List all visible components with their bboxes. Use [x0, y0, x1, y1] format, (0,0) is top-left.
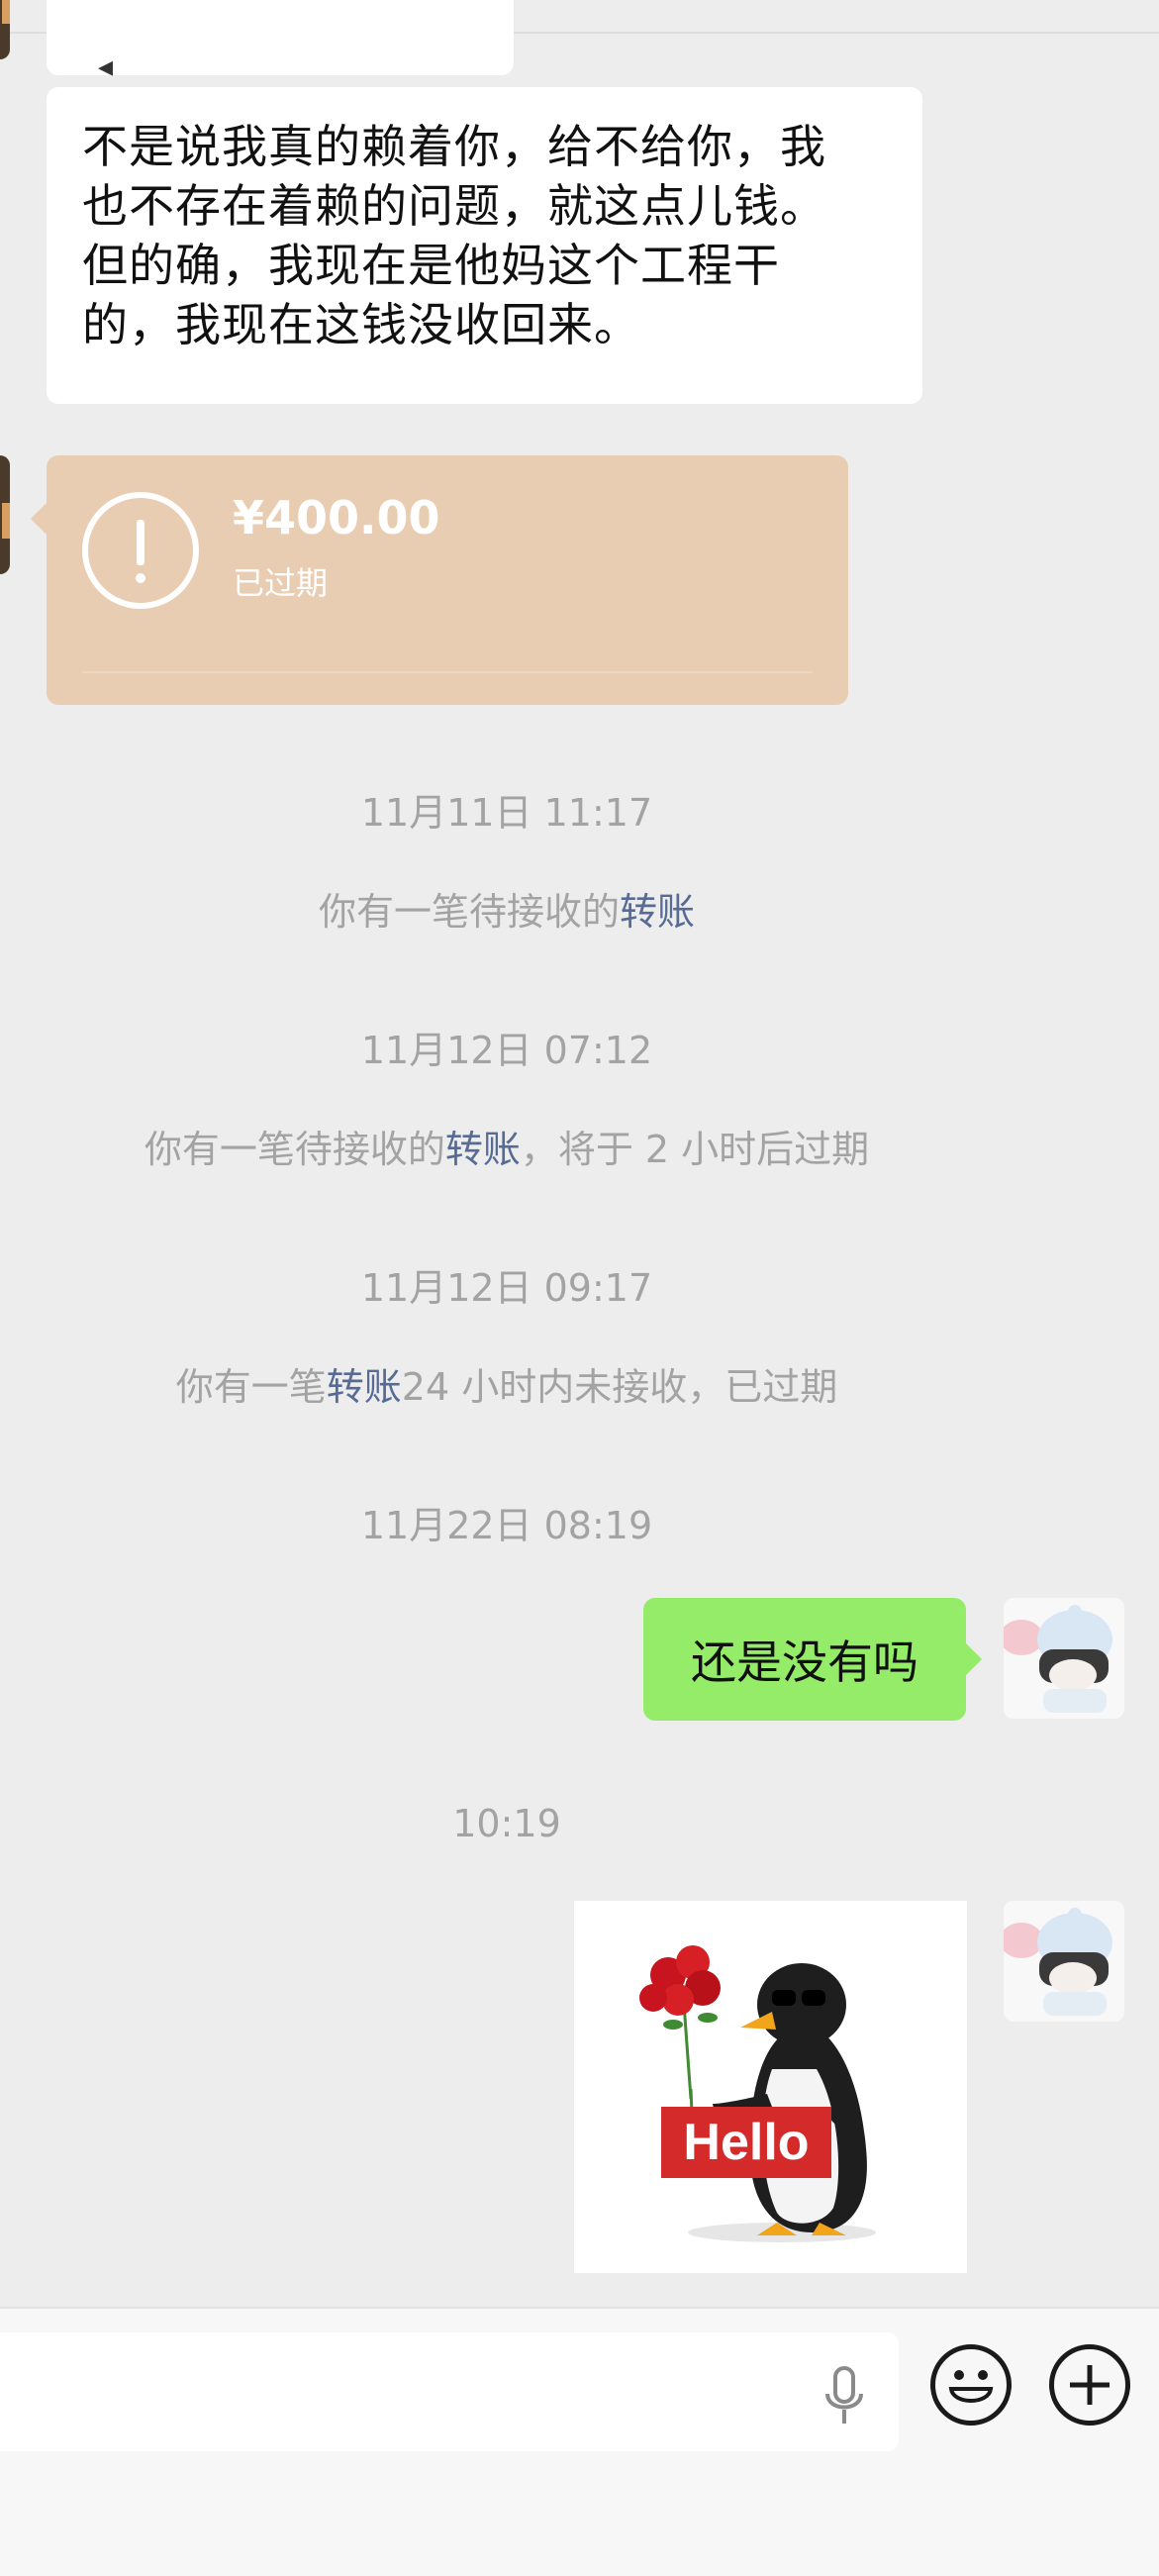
- message-text-line: 不是说我真的赖着你，给不给你，我: [82, 120, 826, 173]
- timestamp: 11月12日 09:17: [360, 1266, 653, 1310]
- system-message-text: ，将于 2 小时后过期: [520, 1128, 870, 1171]
- transfer-link[interactable]: 转账: [620, 890, 695, 934]
- timestamp: 10:19: [452, 1802, 561, 1845]
- system-message-text: 你有一笔: [175, 1365, 327, 1409]
- plus-icon[interactable]: [1049, 2344, 1130, 2426]
- contact-avatar[interactable]: [0, 455, 10, 574]
- message-text-line: 但的确，我现在是他妈这个工程干: [82, 239, 780, 292]
- system-message-text: 你有一笔待接收的: [144, 1128, 445, 1171]
- transfer-status: 已过期: [233, 564, 329, 602]
- message-text-line: 也不存在着赖的问题，就这点儿钱。: [82, 179, 826, 233]
- input-bar: [0, 2307, 1159, 2576]
- truncated-text-fragment: ◂: [98, 50, 114, 84]
- transfer-amount: ¥400.00: [233, 491, 440, 545]
- transfer-divider: [82, 671, 813, 673]
- penguin-with-roses-illustration: [574, 1901, 967, 2273]
- transfer-link[interactable]: 转账: [327, 1365, 402, 1409]
- system-message: 你有一笔转账24 小时内未接收，已过期: [0, 1356, 1014, 1411]
- message-text-line: 的，我现在这钱没收回来。: [82, 298, 640, 351]
- microphone-icon[interactable]: [821, 2366, 867, 2427]
- message-bubble-outgoing[interactable]: 还是没有吗: [643, 1598, 982, 1721]
- timestamp: 11月22日 08:19: [360, 1504, 653, 1547]
- sticker-caption: Hello: [661, 2107, 831, 2178]
- user-avatar[interactable]: [1004, 1598, 1124, 1719]
- user-avatar[interactable]: [1004, 1901, 1124, 2022]
- system-message: 你有一笔待接收的转账: [0, 881, 1014, 936]
- system-message: 你有一笔待接收的转账，将于 2 小时后过期: [0, 1119, 1014, 1173]
- emoji-icon[interactable]: [930, 2344, 1012, 2426]
- transfer-card[interactable]: ¥400.00 已过期: [31, 455, 848, 705]
- contact-avatar[interactable]: [0, 0, 10, 59]
- system-message-text: 你有一笔待接收的: [318, 890, 620, 934]
- message-bubble-incoming[interactable]: 不是说我真的赖着你，给不给你，我 也不存在着赖的问题，就这点儿钱。 但的确，我现…: [47, 87, 922, 404]
- system-message-text: 24 小时内未接收，已过期: [401, 1365, 838, 1409]
- sticker-image[interactable]: Hello: [574, 1901, 967, 2273]
- message-input[interactable]: [0, 2332, 899, 2451]
- chat-area: ◂ 不是说我真的赖着你，给不给你，我 也不存在着赖的问题，就这点儿钱。 但的确，…: [0, 0, 1159, 2307]
- message-bubble-incoming[interactable]: ◂: [47, 0, 514, 84]
- timestamp: 11月11日 11:17: [360, 791, 653, 835]
- exclamation-circle-icon: [82, 492, 199, 609]
- transfer-link[interactable]: 转账: [445, 1128, 521, 1171]
- timestamp: 11月12日 07:12: [360, 1029, 653, 1072]
- message-text: 还是没有吗: [691, 1635, 918, 1689]
